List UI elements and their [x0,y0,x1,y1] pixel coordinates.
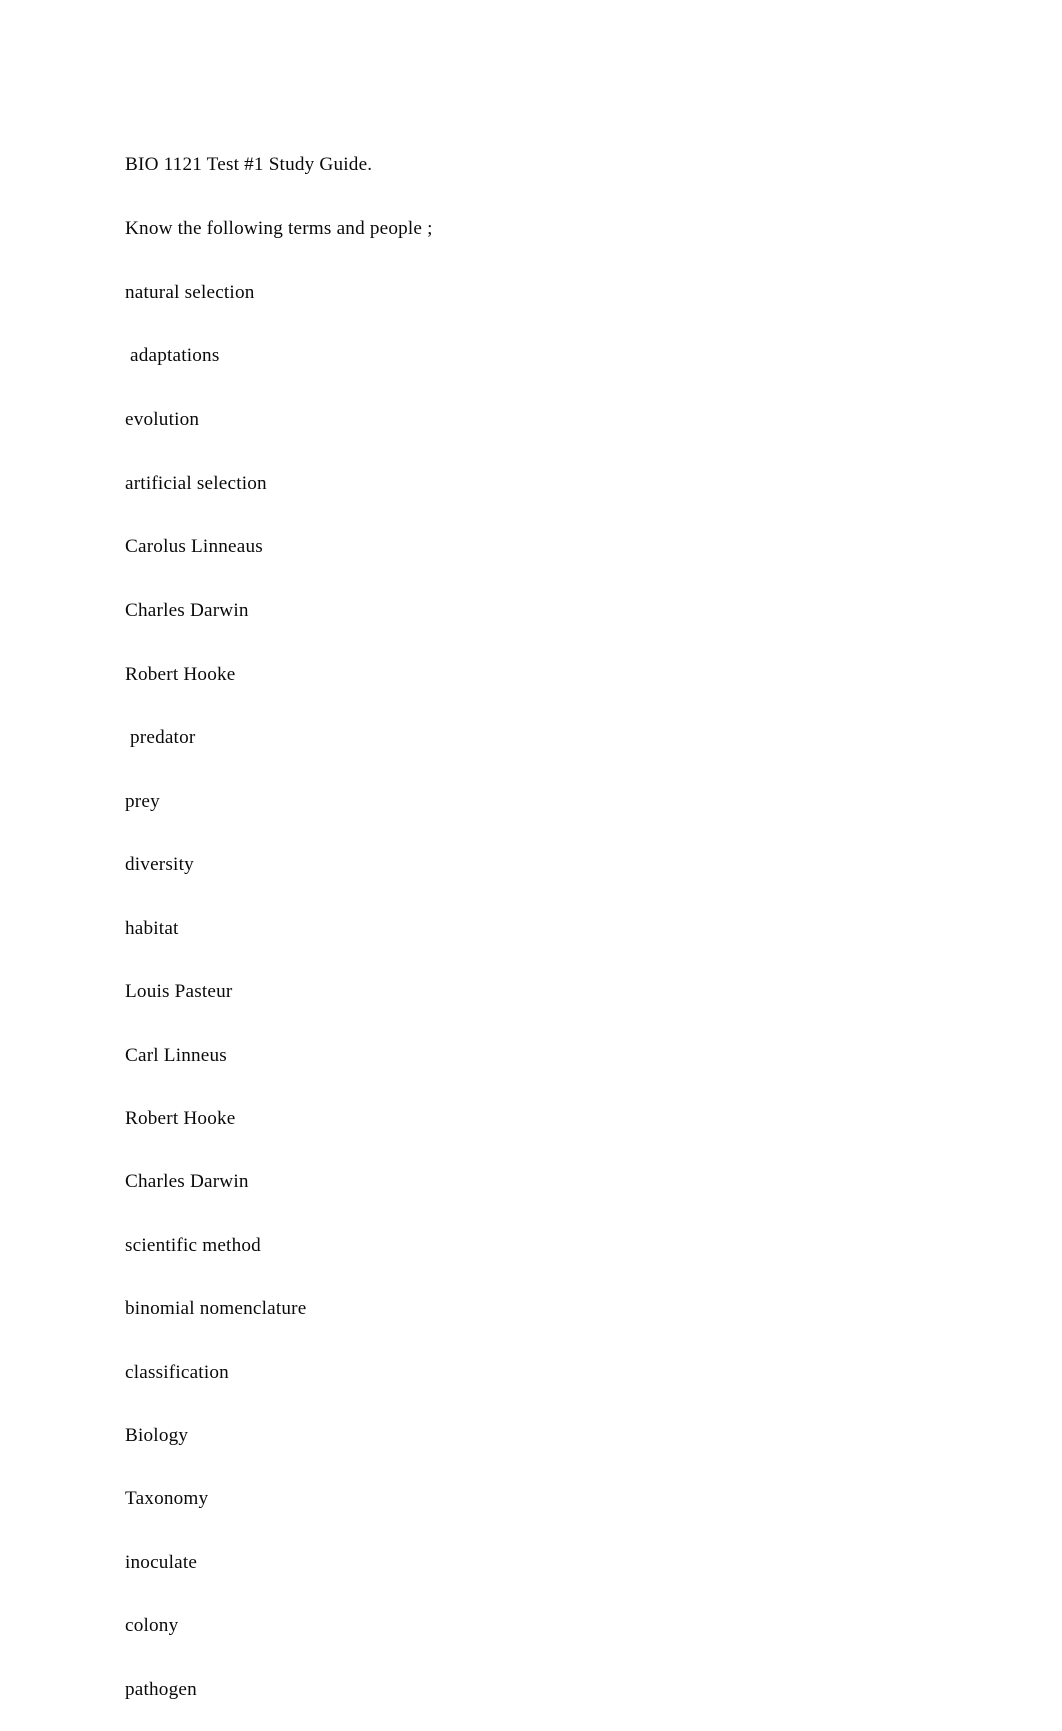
term-charles-darwin-1: Charles Darwin [125,600,249,621]
term-classification: classification [125,1361,229,1383]
term-habitat: habitat [125,917,179,939]
term-prey: prey [125,791,160,813]
term-charles-darwin-2: Charles Darwin [125,1171,249,1193]
term-louis-pasteur: Louis Pasteur [125,981,233,1003]
term-binomial-nomenclature: binomial nomenclature [125,1298,307,1320]
term-colony: colony [125,1615,179,1637]
term-biology: Biology [125,1424,189,1446]
term-evolution: evolution [125,408,200,430]
term-diversity: diversity [125,854,194,876]
term-predator: predator [125,727,196,749]
term-carolus-linneaus: Carolus Linneaus [125,536,263,558]
term-inoculate: inoculate [125,1551,198,1573]
term-scientific-method: scientific method [125,1234,261,1256]
term-carl-linneus: Carl Linneus [125,1044,227,1066]
document-title: BIO 1121 Test #1 Study Guide. [125,154,373,176]
document-page: BIO 1121 Test #1 Study Guide. Know the f… [0,0,1062,1700]
term-robert-hooke-2: Robert Hooke [125,1108,236,1130]
term-natural-selection: natural selection [125,281,255,303]
term-robert-hooke-1: Robert Hooke [125,663,236,685]
term-pathogen: pathogen [125,1678,197,1700]
term-adaptations: adaptations [125,345,220,367]
term-taxonomy: Taxonomy [125,1488,209,1510]
term-artificial-selection: artificial selection [125,472,267,494]
document-instruction-line: Know the following terms and people ; [125,217,433,239]
document-body: BIO 1121 Test #1 Study Guide. Know the f… [125,124,945,1731]
